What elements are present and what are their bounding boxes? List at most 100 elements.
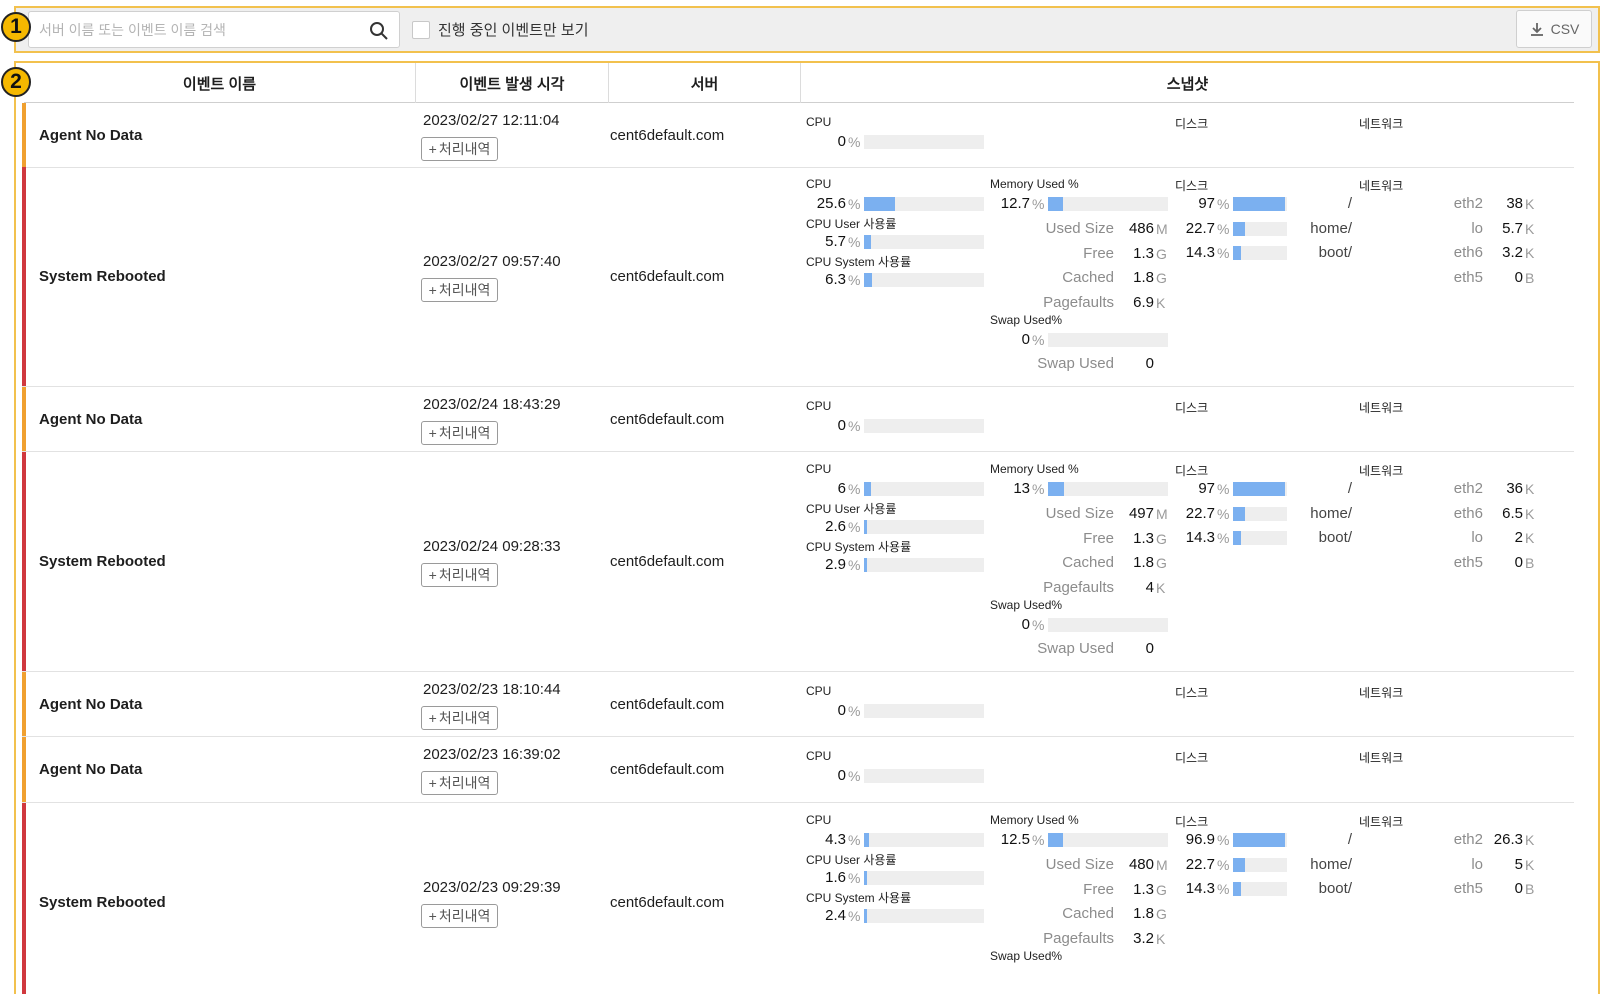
swap-pct-label: Swap Used%	[990, 313, 1063, 327]
table-row[interactable]: Agent No Data 2023/02/27 12:11:04 + 처리내역 cen…	[22, 103, 1574, 168]
disk-pct-value: 14.3	[1185, 529, 1215, 546]
network-value: 6.5	[1502, 504, 1523, 522]
event-name: System Rebooted	[39, 553, 166, 570]
disk-pct-unit: %	[1217, 832, 1230, 848]
network-iface: eth5	[1453, 880, 1483, 897]
free-value: 1.3	[1133, 244, 1154, 262]
network-value: 2	[1514, 529, 1523, 546]
table-row[interactable]: System Rebooted 2023/02/24 09:28:33 + 처리내역 c…	[22, 452, 1574, 672]
table-row[interactable]: Agent No Data 2023/02/24 18:43:29 + 처리내역 cen…	[22, 387, 1574, 452]
table-row[interactable]: Agent No Data 2023/02/23 16:39:02 + 처리내역 cen…	[22, 737, 1574, 803]
cpu-system-value: 6.3	[825, 271, 846, 288]
server-name: cent6default.com	[610, 894, 725, 911]
disk-mount: boot/	[1318, 244, 1352, 261]
server-name: cent6default.com	[610, 761, 725, 778]
history-button[interactable]: + 처리내역	[421, 904, 498, 928]
col-header-event-name[interactable]: 이벤트 이름	[24, 63, 416, 103]
cpu-system-gauge-fill	[864, 558, 868, 572]
cpu-gauge	[864, 197, 984, 211]
cpu-label: CPU	[806, 399, 832, 413]
cached-unit: G	[1156, 270, 1167, 286]
disk-gauge-fill	[1233, 197, 1286, 211]
cpu-unit: %	[848, 418, 861, 434]
network-unit: K	[1525, 245, 1535, 261]
history-button[interactable]: + 처리내역	[421, 771, 498, 795]
plus-icon: +	[428, 908, 437, 924]
cpu-system-label: CPU System 사용률	[806, 891, 912, 905]
table-row[interactable]: Agent No Data 2023/02/23 18:10:44 + 처리내역 cen…	[22, 672, 1574, 737]
used-size-label: Used Size	[1045, 856, 1114, 873]
disk-pct-unit: %	[1217, 220, 1230, 237]
cpu-value: 25.6	[816, 195, 846, 212]
used-size-value: 497	[1128, 505, 1154, 522]
cpu-label: CPU	[806, 462, 832, 476]
cpu-gauge	[864, 833, 984, 847]
history-button[interactable]: + 처리내역	[421, 137, 498, 161]
csv-export-button[interactable]: CSV	[1516, 10, 1592, 48]
disk-label: 디스크	[1175, 401, 1209, 415]
cpu-gauge	[864, 419, 984, 433]
server-name: cent6default.com	[610, 411, 725, 428]
disk-mount: home/	[1310, 219, 1352, 237]
search-icon[interactable]	[369, 21, 389, 41]
swap-used-value: 0	[1145, 640, 1154, 657]
history-button[interactable]: + 처리내역	[421, 421, 498, 445]
cpu-label: CPU	[806, 749, 832, 763]
history-button[interactable]: + 처리내역	[421, 278, 498, 302]
cpu-value: 0	[837, 767, 846, 784]
free-label: Free	[1083, 529, 1114, 547]
network-value: 0	[1514, 268, 1523, 286]
col-header-event-time[interactable]: 이벤트 발생 시각	[416, 63, 609, 103]
download-icon	[1530, 23, 1543, 36]
cached-value: 1.8	[1133, 554, 1154, 571]
cpu-user-label: CPU User 사용률	[806, 217, 897, 231]
cpu-system-value: 2.4	[825, 907, 846, 924]
free-label: Free	[1083, 244, 1114, 262]
history-button[interactable]: + 처리내역	[421, 563, 498, 587]
cpu-gauge-fill	[864, 482, 872, 496]
col-header-server[interactable]: 서버	[609, 63, 801, 103]
memory-gauge	[1048, 833, 1168, 847]
plus-icon: +	[428, 141, 437, 157]
disk-pct-unit: %	[1217, 530, 1230, 546]
memory-gauge-fill	[1048, 482, 1064, 496]
cpu-unit: %	[848, 481, 861, 497]
network-label: 네트워크	[1359, 464, 1404, 478]
cpu-value: 0	[837, 133, 846, 150]
network-iface: eth6	[1453, 504, 1483, 522]
cpu-label: CPU	[806, 813, 832, 827]
history-label: 처리내역	[438, 567, 491, 583]
cpu-user-value: 2.6	[825, 518, 846, 535]
search-input[interactable]	[39, 20, 349, 40]
event-name: Agent No Data	[39, 127, 143, 144]
disk-gauge-fill	[1233, 882, 1241, 896]
disk-mount: /	[1347, 480, 1352, 497]
disk-label: 디스크	[1175, 815, 1209, 829]
event-name: System Rebooted	[39, 894, 166, 911]
network-unit: B	[1525, 554, 1535, 571]
memory-unit: %	[1032, 481, 1045, 497]
severity-indicator	[22, 103, 26, 167]
network-value: 3.2	[1502, 244, 1523, 261]
memory-gauge-fill	[1048, 833, 1063, 847]
table-row[interactable]: System Rebooted 2023/02/27 09:57:40 + 처리내역 c…	[22, 167, 1574, 387]
cpu-label: CPU	[806, 177, 832, 191]
cpu-system-gauge	[864, 558, 984, 572]
table-header: 이벤트 이름 이벤트 발생 시각 서버 스냅샷	[24, 63, 1574, 103]
cpu-label: CPU	[806, 684, 832, 698]
network-value: 5.7	[1502, 219, 1523, 237]
server-name: cent6default.com	[610, 696, 725, 713]
network-value: 26.3	[1493, 831, 1523, 848]
memory-label: Memory Used %	[990, 177, 1079, 191]
table-row[interactable]: System Rebooted 2023/02/23 09:29:39 + 처리내역 c…	[22, 803, 1574, 994]
network-value: 38	[1506, 195, 1523, 212]
cpu-gauge	[864, 135, 984, 149]
cpu-system-unit: %	[848, 272, 861, 288]
cpu-gauge	[864, 769, 984, 783]
pagefaults-unit: K	[1156, 579, 1166, 596]
swap-pct-value: 0	[1021, 616, 1030, 633]
csv-label: CSV	[1550, 21, 1580, 37]
ongoing-only-checkbox[interactable]	[412, 21, 430, 39]
history-label: 처리내역	[438, 141, 491, 157]
history-button[interactable]: + 처리내역	[421, 706, 498, 730]
